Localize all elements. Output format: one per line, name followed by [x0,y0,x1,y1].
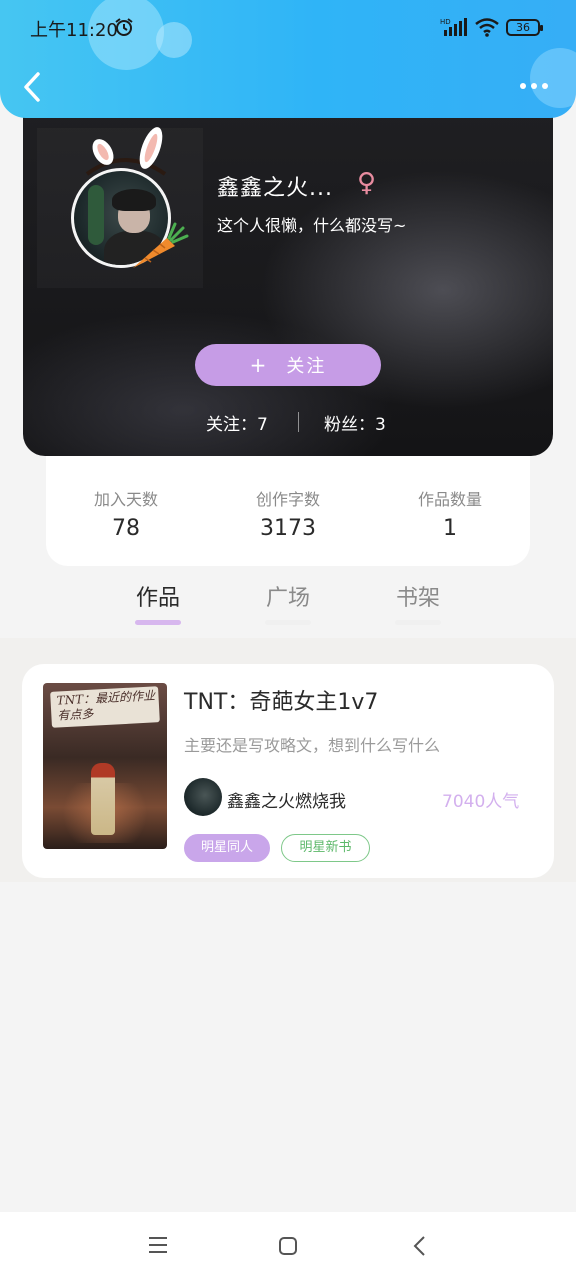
following-count[interactable]: 关注：7 [206,410,268,435]
top-header: 上午11:20 HD 36 [0,0,576,118]
stat-value: 3173 [260,516,316,541]
carrot-icon [133,222,189,268]
stat-join-days: 加入天数 78 [56,486,196,541]
author-avatar[interactable] [184,778,222,816]
system-nav-bar [0,1212,576,1280]
tab-underline [135,620,181,625]
tab-underline [265,620,311,625]
fans-count[interactable]: 粉丝：3 [324,410,386,435]
svg-text:HD: HD [440,18,451,26]
female-gender-icon: ♀ [357,168,377,198]
tab-label: 作品 [135,586,180,611]
tab-works[interactable]: 作品 [118,580,198,625]
tab-underline [395,620,441,625]
work-card[interactable]: TNT：最近的作业有点多 TNT：奇葩女主1v7 主要还是写攻略文，想到什么写什… [22,664,554,878]
tab-bookshelf[interactable]: 书架 [378,580,458,625]
battery-level: 36 [516,21,530,34]
follow-stats: 关注：7 粉丝：3 [23,410,403,435]
battery-icon: 36 [506,19,543,36]
decor-bubble [156,22,192,58]
tab-label: 广场 [265,586,310,611]
bunny-ears-icon [85,127,167,176]
tag-celebrity-fanfic[interactable]: 明星同人 [184,834,270,862]
stat-value: 78 [112,516,140,541]
alarm-clock-icon [115,18,133,36]
follow-label: 关注 [286,356,327,377]
more-button[interactable] [518,78,550,94]
popularity-count: 7040人气 [442,792,520,812]
follow-button[interactable]: + 关注 [195,344,381,386]
stat-label: 加入天数 [93,490,158,509]
work-description: 主要还是写攻略文，想到什么写什么 [184,736,441,755]
book-cover[interactable]: TNT：最近的作业有点多 [43,683,167,849]
nickname: 鑫鑫之火... [217,176,333,201]
profile-card: 鑫鑫之火... ♀ 这个人很懒，什么都没写~ + 关注 关注：7 粉丝：3 [23,110,553,456]
stat-label: 创作字数 [255,490,320,509]
plus-icon: + [249,353,269,377]
tab-label: 书架 [395,586,440,611]
work-title[interactable]: TNT：奇葩女主1v7 [184,684,378,716]
back-button[interactable] [20,70,44,104]
author-name[interactable]: 鑫鑫之火燃烧我 [227,787,346,812]
stats-card: 加入天数 78 创作字数 3173 作品数量 1 [46,440,530,566]
home-square-icon[interactable] [278,1236,298,1256]
stat-label: 作品数量 [417,490,482,509]
divider [298,412,299,432]
menu-icon[interactable] [148,1236,168,1254]
tag-celebrity-new-book[interactable]: 明星新书 [281,834,370,862]
signal-icon: HD [440,18,467,36]
stat-value: 1 [443,516,457,541]
cover-text: TNT：最近的作业有点多 [56,688,156,723]
tab-bar: 作品 广场 书架 [0,580,576,636]
tab-square[interactable]: 广场 [248,580,328,625]
stat-word-count: 创作字数 3173 [218,486,358,541]
status-time: 上午11:20 [30,20,118,41]
wifi-icon [475,18,499,37]
bio: 这个人很懒，什么都没写~ [217,216,407,235]
back-chevron-icon[interactable] [410,1234,430,1258]
stat-works-count: 作品数量 1 [380,486,520,541]
